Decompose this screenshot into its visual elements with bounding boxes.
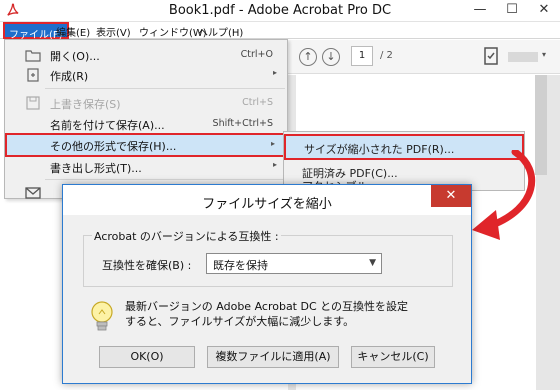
account-dropdown-icon[interactable]: ▾	[542, 50, 546, 59]
menu-export[interactable]: 書き出し形式(T)... ▸	[5, 156, 287, 178]
title-bar: Book1.pdf - Adobe Acrobat Pro DC — ☐ ✕	[0, 0, 560, 22]
dialog-body: Acrobat のバージョンによる互換性 : 互換性を確保(B) : 既存を保持…	[63, 215, 471, 383]
menu-edit[interactable]: 編集(E)	[56, 24, 90, 39]
submenu-arrow-icon: ▸	[272, 160, 277, 169]
red-callout-arrow-icon	[472, 150, 536, 240]
prev-page-icon[interactable]: ↑	[299, 48, 317, 66]
menu-window[interactable]: ウィンドウ(W)	[139, 24, 207, 39]
apply-multiple-files-button[interactable]: 複数ファイルに適用(A)	[207, 346, 339, 368]
compatibility-select-value: 既存を保持	[213, 259, 268, 272]
menu-export-label: 書き出し形式(T)...	[50, 162, 142, 175]
page-toolbar: ↑ ↓ 1 / 2 ▾	[288, 40, 560, 74]
menu-view[interactable]: 表示(V)	[96, 24, 131, 39]
page-total: / 2	[380, 50, 393, 61]
dialog-close-button[interactable]: ✕	[431, 185, 471, 207]
chevron-down-icon: ▼	[369, 258, 376, 268]
compatibility-group: Acrobat のバージョンによる互換性 : 互換性を確保(B) : 既存を保持…	[83, 228, 453, 287]
menu-create-label: 作成(R)	[50, 70, 89, 83]
menu-open-shortcut: Ctrl+O	[240, 49, 273, 60]
menu-reduced-size-pdf-label: サイズが縮小された PDF(R)...	[304, 143, 455, 156]
create-icon	[27, 68, 39, 82]
menu-save-shortcut: Ctrl+S	[242, 97, 273, 108]
compatibility-select[interactable]: 既存を保持 ▼	[206, 253, 382, 274]
menu-create[interactable]: 作成(R) ▸	[5, 64, 287, 86]
maximize-button[interactable]: ☐	[496, 0, 528, 21]
compatibility-group-title: Acrobat のバージョンによる互換性 :	[92, 228, 281, 244]
close-window-button[interactable]: ✕	[528, 0, 560, 21]
menu-separator	[45, 88, 285, 89]
menu-save-as-other[interactable]: その他の形式で保存(H)... ▸	[5, 133, 287, 157]
ok-button[interactable]: OK(O)	[99, 346, 195, 368]
menu-save-as-label: 名前を付けて保存(A)...	[50, 119, 165, 132]
submenu-arrow-icon: ▸	[270, 139, 275, 148]
cancel-button[interactable]: キャンセル(C)	[351, 346, 435, 368]
menu-save-as[interactable]: 名前を付けて保存(A)... Shift+Ctrl+S	[5, 113, 287, 135]
save-icon	[26, 96, 40, 110]
info-line-2: すると、ファイルサイズが大幅に減少します。	[125, 315, 355, 328]
menu-open-label: 開く(O)...	[50, 50, 100, 63]
menu-bar: ファイル(F) 編集(E) 表示(V) ウィンドウ(W) ヘルプ(H)	[0, 22, 560, 41]
menu-save-as-shortcut: Shift+Ctrl+S	[212, 118, 273, 129]
mail-icon	[25, 187, 41, 199]
dialog-title: ファイルサイズを縮小	[202, 197, 332, 212]
dialog-title-bar: ファイルサイズを縮小 ✕	[63, 185, 471, 215]
next-page-icon[interactable]: ↓	[322, 48, 340, 66]
folder-icon	[25, 50, 41, 62]
menu-help[interactable]: ヘルプ(H)	[198, 24, 243, 39]
compatibility-label: 互換性を確保(B) :	[102, 259, 192, 272]
menu-save-as-other-label: その他の形式で保存(H)...	[50, 140, 177, 153]
reduce-file-size-dialog: ファイルサイズを縮小 ✕ Acrobat のバージョンによる互換性 : 互換性を…	[62, 184, 472, 384]
lightbulb-icon	[91, 301, 113, 331]
menu-save-label: 上書き保存(S)	[50, 98, 121, 111]
menu-open[interactable]: 開く(O)... Ctrl+O	[5, 44, 287, 66]
submenu-arrow-icon: ▸	[272, 68, 277, 77]
minimize-button[interactable]: —	[464, 0, 496, 21]
info-line-1: 最新バージョンの Adobe Acrobat DC との互換性を設定	[125, 300, 409, 313]
account-avatar[interactable]	[508, 52, 538, 62]
menu-save: 上書き保存(S) Ctrl+S	[5, 92, 287, 114]
compatibility-info: 最新バージョンの Adobe Acrobat DC との互換性を設定 すると、フ…	[125, 299, 445, 329]
menu-separator	[45, 179, 285, 180]
page-number-input[interactable]: 1	[351, 46, 373, 66]
fill-sign-icon[interactable]	[484, 47, 498, 65]
file-menu-dropdown: 開く(O)... Ctrl+O 作成(R) ▸ 上書き保存(S) Ctrl+S …	[4, 39, 288, 199]
menu-certified-pdf-label: 証明済み PDF(C)...	[302, 167, 398, 180]
